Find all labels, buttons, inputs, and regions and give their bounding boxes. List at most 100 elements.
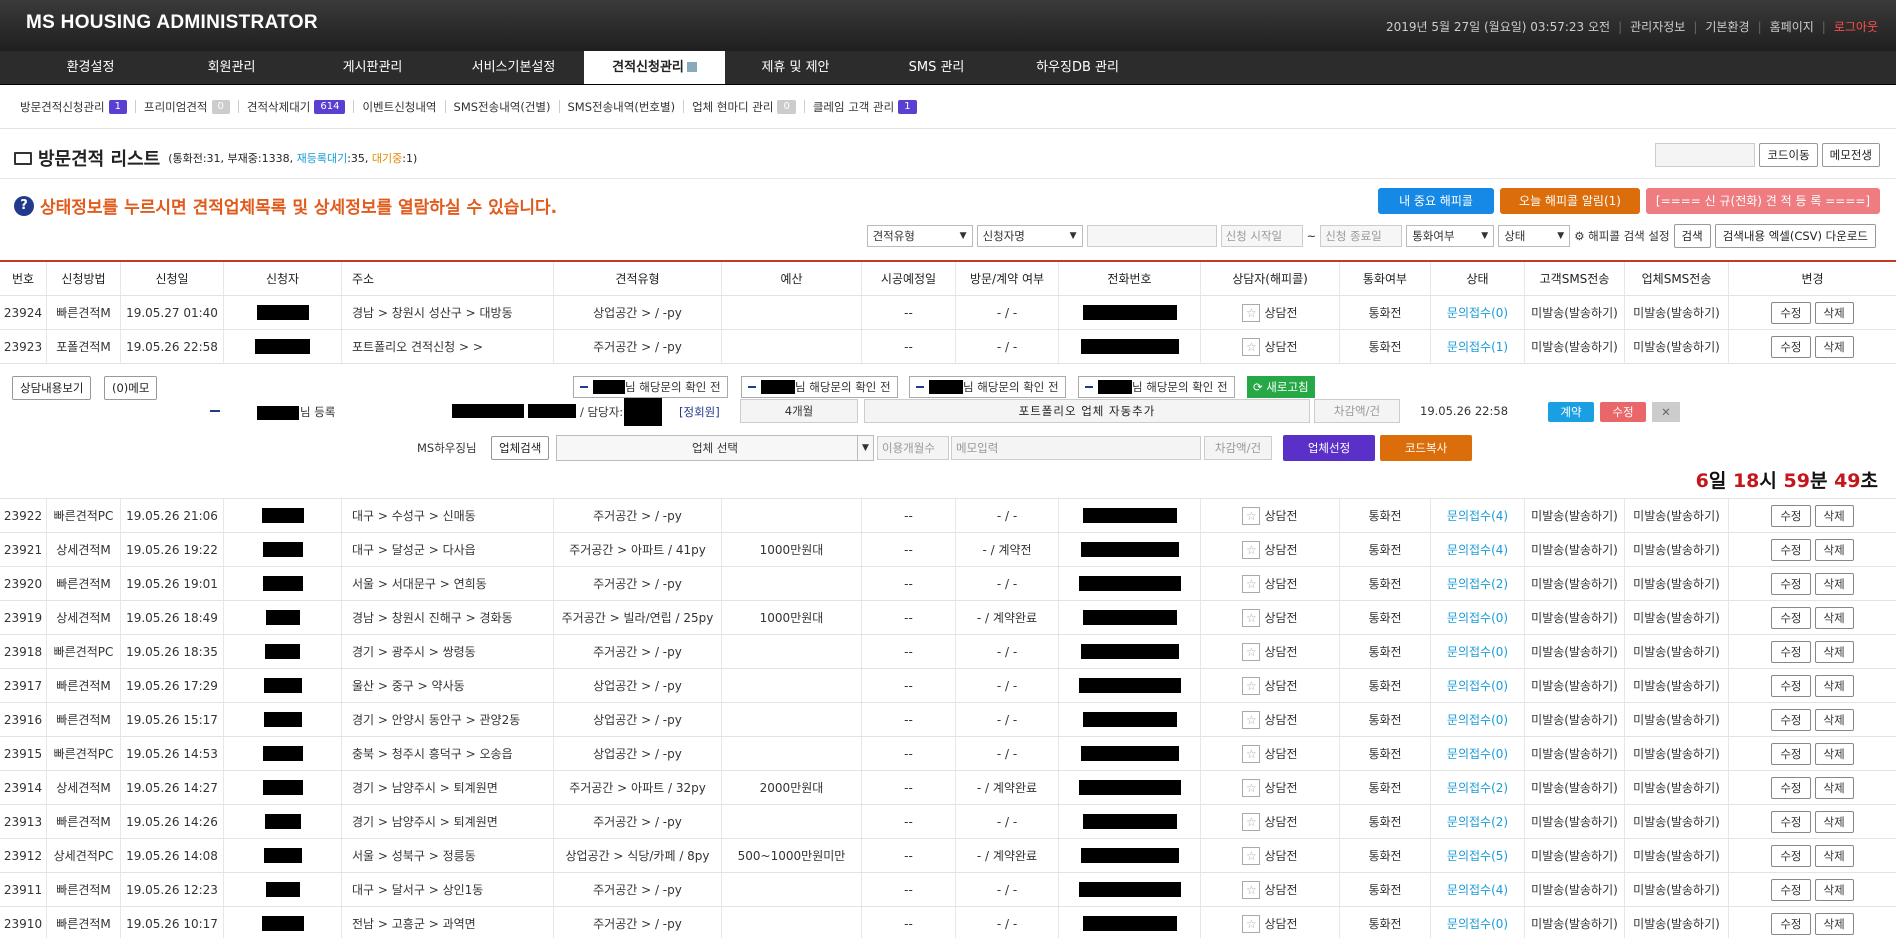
edit-button[interactable]: 수정 <box>1771 708 1811 731</box>
contract-button[interactable]: 계약 <box>1548 402 1594 422</box>
menu-sms[interactable]: SMS 관리 <box>866 51 1007 84</box>
customer-sms-link[interactable]: 미발송(발송하기) <box>1525 771 1625 804</box>
edit-button[interactable]: 수정 <box>1771 572 1811 595</box>
status-link[interactable]: 문의접수(0) <box>1447 711 1508 728</box>
edit-button[interactable]: 수정 <box>1771 810 1811 833</box>
status-link[interactable]: 문의접수(2) <box>1447 575 1508 592</box>
menu-housingdb[interactable]: 하우징DB 관리 <box>1007 51 1148 84</box>
view-counsel-button[interactable]: 상담내용보기 <box>12 376 92 400</box>
delete-button[interactable]: 삭제 <box>1814 776 1854 799</box>
edit-button[interactable]: 수정 <box>1600 402 1646 422</box>
table-row[interactable]: 23911 빠른견적M 19.05.26 12:23 대구 > 달서구 > 상인1동 주… <box>0 873 1896 907</box>
customer-sms-link[interactable]: 미발송(발송하기) <box>1525 296 1625 329</box>
refresh-button[interactable]: ⟳ 새로고침 <box>1247 376 1315 398</box>
delete-button[interactable]: 삭제 <box>1814 640 1854 663</box>
code-input[interactable] <box>1655 143 1756 167</box>
table-row[interactable]: 23921 상세견적M 19.05.26 19:22 대구 > 달성군 > 다사읍 주거… <box>0 533 1896 567</box>
edit-button[interactable]: 수정 <box>1771 776 1811 799</box>
star-icon[interactable]: ☆ <box>1242 744 1261 763</box>
edit-button[interactable]: 수정 <box>1771 504 1811 527</box>
star-icon[interactable]: ☆ <box>1242 846 1261 865</box>
status-link[interactable]: 문의접수(0) <box>1447 609 1508 626</box>
customer-sms-link[interactable]: 미발송(발송하기) <box>1525 737 1625 770</box>
vendor-check-4[interactable]: 님 해당문의 확인 전 <box>1078 376 1235 398</box>
vendor-sms-link[interactable]: 미발송(발송하기) <box>1625 839 1729 872</box>
menu-partner[interactable]: 제휴 및 제안 <box>725 51 866 84</box>
vendor-sms-link[interactable]: 미발송(발송하기) <box>1625 771 1729 804</box>
diff-input-2[interactable]: 차감액/건 <box>1204 436 1272 460</box>
menu-env[interactable]: 환경설정 <box>20 51 161 84</box>
delete-button[interactable]: 삭제 <box>1814 572 1854 595</box>
table-row[interactable]: 23918 빠른견적PC 19.05.26 18:35 경기 > 광주시 > 쌍령동 주… <box>0 635 1896 669</box>
edit-button[interactable]: 수정 <box>1771 538 1811 561</box>
star-icon[interactable]: ☆ <box>1242 337 1261 356</box>
menu-estimate[interactable]: 견적신청관리 <box>584 51 725 84</box>
submenu-item[interactable]: 클레임 고객 관리 1 <box>813 99 917 115</box>
vendor-sms-link[interactable]: 미발송(발송하기) <box>1625 499 1729 532</box>
table-row[interactable]: 23912 상세견적PC 19.05.26 14:08 서울 > 성북구 > 정릉동 상… <box>0 839 1896 873</box>
delete-button[interactable]: 삭제 <box>1814 878 1854 901</box>
table-row[interactable]: 23913 빠른견적M 19.05.26 14:26 경기 > 남양주시 > 퇴계원면… <box>0 805 1896 839</box>
link-basic-env[interactable]: 기본환경 <box>1705 18 1749 35</box>
vendor-sms-link[interactable]: 미발송(발송하기) <box>1625 533 1729 566</box>
vendor-sms-link[interactable]: 미발송(발송하기) <box>1625 805 1729 838</box>
vendor-sms-link[interactable]: 미발송(발송하기) <box>1625 703 1729 736</box>
customer-sms-link[interactable]: 미발송(발송하기) <box>1525 907 1625 938</box>
vendor-sms-link[interactable]: 미발송(발송하기) <box>1625 873 1729 906</box>
star-icon[interactable]: ☆ <box>1242 608 1261 627</box>
delete-button[interactable]: 삭제 <box>1814 335 1854 358</box>
submenu-item[interactable]: SMS전송내역(번호별) <box>568 99 676 115</box>
delete-button[interactable]: 삭제 <box>1814 606 1854 629</box>
new-register-button[interactable]: [==== 신 규(전화) 견 적 등 록 ====] <box>1646 188 1880 214</box>
customer-sms-link[interactable]: 미발송(발송하기) <box>1525 839 1625 872</box>
customer-sms-link[interactable]: 미발송(발송하기) <box>1525 805 1625 838</box>
customer-sms-link[interactable]: 미발송(발송하기) <box>1525 499 1625 532</box>
submenu-item[interactable]: 업체 현마디 관리 0 <box>692 99 796 115</box>
table-row[interactable]: 23914 상세견적M 19.05.26 14:27 경기 > 남양주시 > 퇴계원면… <box>0 771 1896 805</box>
star-icon[interactable]: ☆ <box>1242 574 1261 593</box>
vendor-search-button[interactable]: 업체검색 <box>491 436 550 460</box>
end-date-input[interactable]: 신청 종료일 <box>1320 225 1403 247</box>
table-row[interactable]: 23923 포폴견적M 19.05.26 22:58 포트폴리오 견적신청 > > 주거… <box>0 330 1896 364</box>
important-happycall-button[interactable]: 내 중요 해피콜 <box>1378 188 1494 214</box>
name-select[interactable]: 신청자명 ▼ <box>976 225 1083 247</box>
edit-button[interactable]: 수정 <box>1771 301 1811 324</box>
logout-link[interactable]: 로그아웃 <box>1834 18 1878 35</box>
customer-sms-link[interactable]: 미발송(발송하기) <box>1525 567 1625 600</box>
delete-button[interactable]: 삭제 <box>1814 538 1854 561</box>
status-link[interactable]: 문의접수(2) <box>1447 813 1508 830</box>
status-link[interactable]: 문의접수(0) <box>1447 745 1508 762</box>
code-move-button[interactable]: 코드이동 <box>1759 143 1818 167</box>
edit-button[interactable]: 수정 <box>1771 640 1811 663</box>
star-icon[interactable]: ☆ <box>1242 303 1261 322</box>
status-link[interactable]: 문의접수(1) <box>1447 338 1508 355</box>
star-icon[interactable]: ☆ <box>1242 676 1261 695</box>
star-icon[interactable]: ☆ <box>1242 778 1261 797</box>
customer-sms-link[interactable]: 미발송(발송하기) <box>1525 601 1625 634</box>
vendor-sms-link[interactable]: 미발송(발송하기) <box>1625 601 1729 634</box>
memo-input[interactable]: 메모입력 <box>951 436 1201 460</box>
customer-sms-link[interactable]: 미발송(발송하기) <box>1525 873 1625 906</box>
status-link[interactable]: 문의접수(0) <box>1447 643 1508 660</box>
customer-sms-link[interactable]: 미발송(발송하기) <box>1525 703 1625 736</box>
status-link[interactable]: 문의접수(5) <box>1447 847 1508 864</box>
type-select[interactable]: 견적유형 ▼ <box>866 225 973 247</box>
vendor-select[interactable]: 업체 선택 ▼ <box>556 435 874 461</box>
link-homepage[interactable]: 홈페이지 <box>1770 18 1814 35</box>
status-link[interactable]: 문의접수(0) <box>1447 304 1508 321</box>
submenu-item[interactable]: SMS전송내역(건별) <box>454 99 551 115</box>
edit-button[interactable]: 수정 <box>1771 606 1811 629</box>
table-row[interactable]: 23922 빠른견적PC 19.05.26 21:06 대구 > 수성구 > 신매동 주… <box>0 499 1896 533</box>
status-link[interactable]: 문의접수(0) <box>1447 915 1508 932</box>
edit-button[interactable]: 수정 <box>1771 674 1811 697</box>
vendor-check-1[interactable]: 님 해당문의 확인 전 <box>573 376 728 398</box>
state-select[interactable]: 상태 ▼ <box>1498 225 1571 247</box>
vendor-choose-button[interactable]: 업체선정 <box>1283 435 1375 461</box>
vendor-check-3[interactable]: 님 해당문의 확인 전 <box>909 376 1066 398</box>
menu-board[interactable]: 게시판관리 <box>302 51 443 84</box>
auto-add-field[interactable]: 포트폴리오 업체 자동추가 <box>864 399 1310 423</box>
start-date-input[interactable]: 신청 시작일 <box>1220 225 1303 247</box>
search-button[interactable]: 검색 <box>1673 224 1711 248</box>
months-input[interactable]: 이용개월수 <box>877 436 949 460</box>
edit-button[interactable]: 수정 <box>1771 742 1811 765</box>
